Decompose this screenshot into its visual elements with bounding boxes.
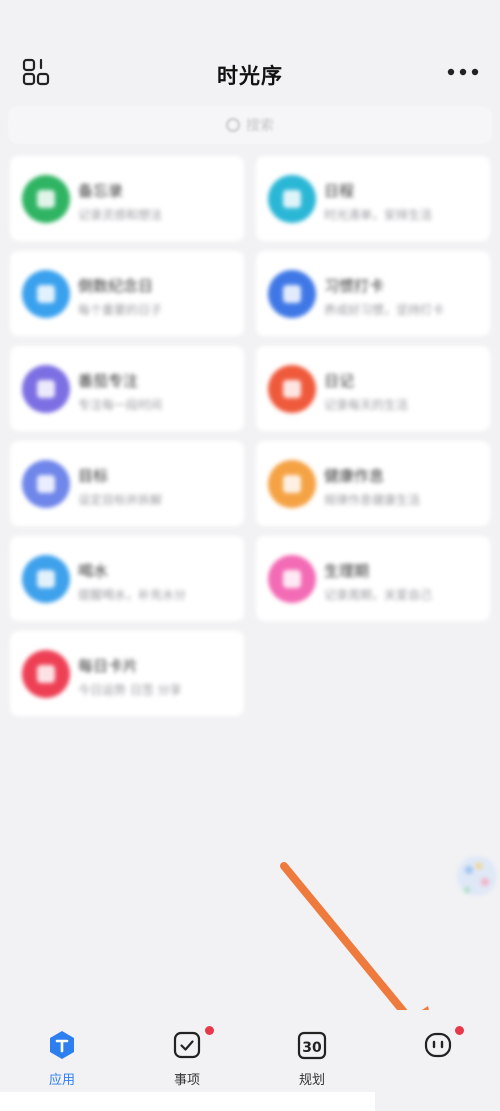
app-desc: 今日运势 日签 分享 — [78, 683, 182, 697]
app-card-schedule[interactable]: 日程 时光清单，安排生活 — [256, 156, 490, 241]
calendar-30-icon: 30 — [297, 1031, 327, 1060]
check-square-icon — [173, 1031, 201, 1059]
app-card-period[interactable]: 生理期 记录周期，关爱自己 — [256, 536, 490, 621]
tab-profile[interactable] — [393, 1026, 483, 1100]
app-card-goal[interactable]: 目标 设定目标并拆解 — [10, 441, 244, 526]
app-desc: 提醒喝水，补充水分 — [78, 588, 187, 602]
app-name: 健康作息 — [324, 467, 385, 485]
memo-icon — [22, 175, 70, 223]
app-name: 日程 — [324, 182, 355, 200]
card-icon — [22, 650, 70, 698]
bottom-strip — [0, 1092, 375, 1111]
app-desc: 每个重要的日子 — [78, 303, 163, 317]
floating-widget-icon[interactable] — [455, 846, 500, 912]
app-desc: 记录灵感和想法 — [78, 208, 163, 222]
app-card-pomodoro[interactable]: 番茄专注 专注每一段时间 — [10, 346, 244, 431]
diary-icon — [268, 365, 316, 413]
search-icon — [226, 118, 240, 132]
app-desc: 专注每一段时间 — [78, 398, 163, 412]
app-desc: 设定目标并拆解 — [78, 493, 163, 507]
app-name: 每日卡片 — [78, 657, 139, 675]
app-desc: 记录每天的生活 — [324, 398, 409, 412]
app-desc: 规律作息健康生活 — [324, 493, 421, 507]
page-title: 时光序 — [217, 64, 283, 88]
profile-face-icon — [424, 1032, 452, 1058]
app-card-habit[interactable]: 习惯打卡 养成好习惯，坚持打卡 — [256, 251, 490, 336]
goal-icon — [22, 460, 70, 508]
apps-hexagon-icon — [50, 1031, 74, 1059]
tab-plan[interactable]: 30 规划 — [267, 1030, 357, 1100]
tab-label: 规划 — [298, 1073, 325, 1088]
app-card-diary[interactable]: 日记 记录每天的生活 — [256, 346, 490, 431]
app-name: 目标 — [78, 467, 109, 485]
notification-badge — [455, 1026, 464, 1035]
app-card-water[interactable]: 喝水 提醒喝水，补充水分 — [10, 536, 244, 621]
app-name: 日记 — [324, 372, 355, 390]
app-name: 番茄专注 — [78, 372, 139, 390]
habit-icon — [268, 270, 316, 318]
notification-badge — [205, 1026, 214, 1035]
tab-apps[interactable]: 应用 — [17, 1030, 107, 1100]
app-name: 生理期 — [324, 562, 370, 580]
more-icon[interactable] — [446, 58, 480, 86]
app-desc: 养成好习惯，坚持打卡 — [324, 303, 445, 317]
water-icon — [22, 555, 70, 603]
app-desc: 时光清单，安排生活 — [324, 208, 433, 222]
app-name: 倒数纪念日 — [78, 277, 154, 295]
svg-text:30: 30 — [302, 1040, 322, 1056]
countdown-icon — [22, 270, 70, 318]
search-placeholder: 搜索 — [246, 118, 274, 134]
period-icon — [268, 555, 316, 603]
health-icon — [268, 460, 316, 508]
app-card-health[interactable]: 健康作息 规律作息健康生活 — [256, 441, 490, 526]
app-name: 习惯打卡 — [324, 277, 385, 295]
tab-label: 应用 — [48, 1073, 75, 1088]
app-name: 备忘录 — [78, 182, 124, 200]
tab-tasks[interactable]: 事项 — [142, 1026, 232, 1100]
top-bar: 时光序 — [0, 40, 500, 104]
pomodoro-icon — [22, 365, 70, 413]
search-bar[interactable]: 搜索 — [8, 106, 492, 144]
app-card-countdown[interactable]: 倒数纪念日 每个重要的日子 — [10, 251, 244, 336]
app-card-memo[interactable]: 备忘录 记录灵感和想法 — [10, 156, 244, 241]
app-card-daily-card[interactable]: 每日卡片 今日运势 日签 分享 — [10, 631, 244, 716]
tab-label: 事项 — [173, 1073, 200, 1088]
app-name: 喝水 — [78, 562, 109, 580]
app-desc: 记录周期，关爱自己 — [324, 588, 433, 602]
schedule-icon — [268, 175, 316, 223]
